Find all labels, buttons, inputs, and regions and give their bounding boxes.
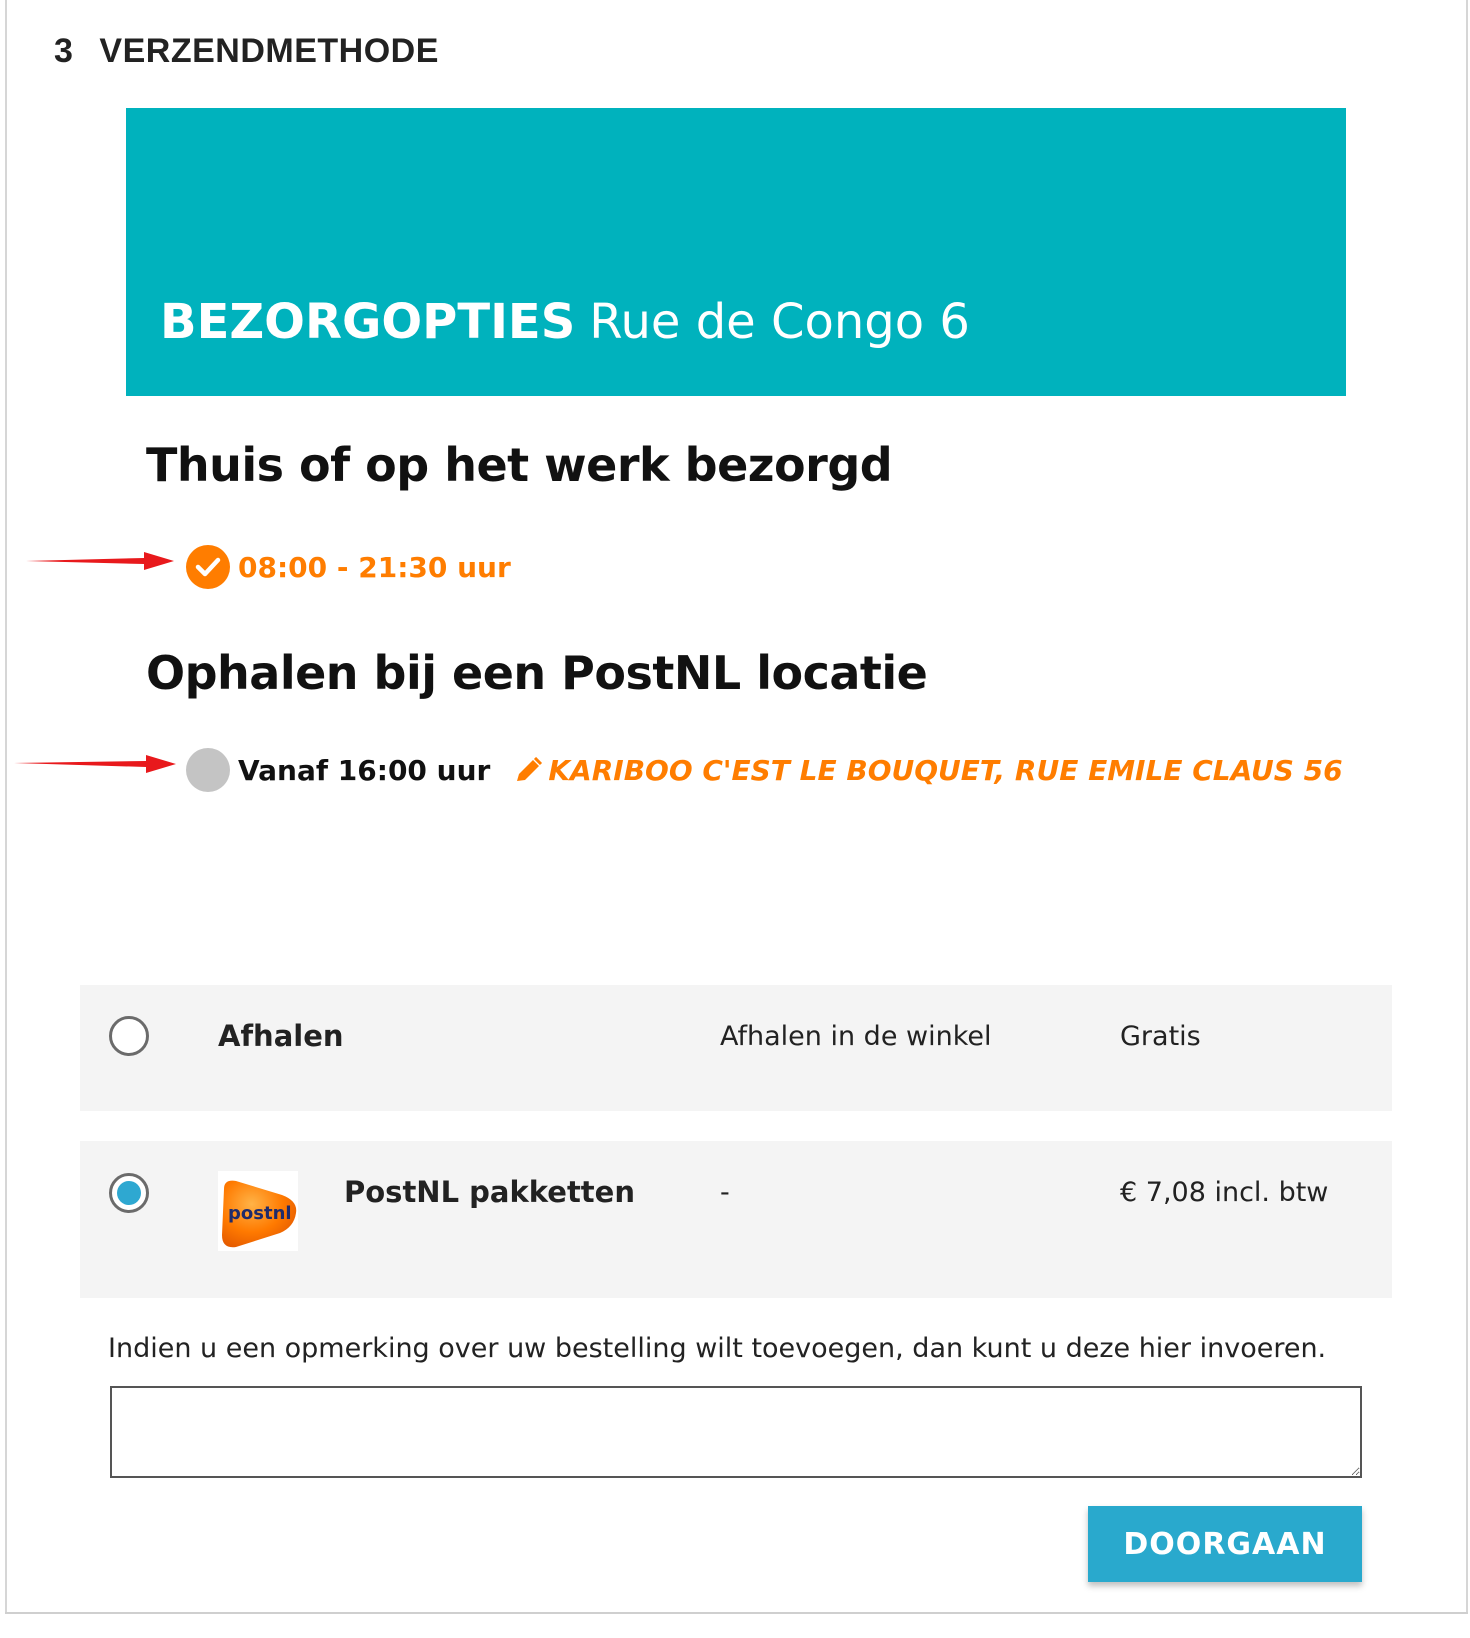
bottom-border bbox=[5, 1612, 1468, 1614]
banner-address: Rue de Congo 6 bbox=[589, 294, 970, 350]
pickup-location-link[interactable]: KARIBOO C'EST LE BOUQUET, RUE EMILE CLAU… bbox=[514, 753, 1343, 787]
delivery-options-banner: BEZORGOPTIES Rue de Congo 6 bbox=[126, 108, 1346, 396]
unselected-circle-icon[interactable] bbox=[186, 748, 230, 792]
section-header: 3 VERZENDMETHODE bbox=[54, 32, 439, 71]
shipping-method-row[interactable]: postnl PostNL pakketten - € 7,08 incl. b… bbox=[80, 1141, 1392, 1298]
shipping-method-description: - bbox=[720, 1177, 730, 1208]
section-title: VERZENDMETHODE bbox=[99, 32, 439, 70]
shipping-method-name: PostNL pakketten bbox=[344, 1175, 635, 1209]
pickup-option[interactable]: Vanaf 16:00 uur KARIBOO C'EST LE BOUQUET… bbox=[186, 748, 1343, 792]
continue-button[interactable]: DOORGAAN bbox=[1088, 1506, 1362, 1582]
banner-title: BEZORGOPTIES bbox=[160, 294, 576, 350]
pickup-location-text: KARIBOO C'EST LE BOUQUET, RUE EMILE CLAU… bbox=[548, 753, 1343, 787]
shipping-method-description: Afhalen in de winkel bbox=[720, 1021, 992, 1052]
pickup-heading: Ophalen bij een PostNL locatie bbox=[146, 646, 928, 700]
postnl-logo: postnl bbox=[218, 1171, 298, 1251]
remark-label: Indien u een opmerking over uw bestellin… bbox=[108, 1333, 1327, 1364]
checkout-page: 3 VERZENDMETHODE BEZORGOPTIES Rue de Congo… bbox=[0, 0, 1470, 1638]
banner-text: BEZORGOPTIES Rue de Congo 6 bbox=[160, 294, 970, 350]
check-circle-icon[interactable] bbox=[186, 545, 230, 589]
shipping-radio-postnl[interactable] bbox=[109, 1173, 149, 1213]
postnl-logo-text: postnl bbox=[228, 1203, 292, 1224]
home-delivery-heading: Thuis of op het werk bezorgd bbox=[146, 438, 893, 492]
shipping-method-price: Gratis bbox=[1120, 1021, 1201, 1052]
left-border bbox=[5, 0, 7, 1614]
radio-selected-dot bbox=[117, 1181, 141, 1205]
shipping-method-row[interactable]: Afhalen Afhalen in de winkel Gratis bbox=[80, 985, 1392, 1111]
shipping-method-name: Afhalen bbox=[218, 1019, 344, 1053]
home-delivery-option[interactable]: 08:00 - 21:30 uur bbox=[186, 545, 511, 589]
home-delivery-time: 08:00 - 21:30 uur bbox=[238, 550, 511, 584]
red-arrow-icon bbox=[14, 755, 176, 773]
red-arrow-icon bbox=[26, 552, 174, 570]
shipping-method-price: € 7,08 incl. btw bbox=[1120, 1177, 1329, 1208]
pickup-time: Vanaf 16:00 uur bbox=[238, 753, 491, 787]
shipping-radio-afhalen[interactable] bbox=[109, 1016, 149, 1056]
right-border bbox=[1466, 0, 1468, 1614]
pencil-icon bbox=[514, 757, 544, 783]
section-number: 3 bbox=[54, 32, 74, 70]
remark-textarea[interactable] bbox=[110, 1386, 1362, 1478]
